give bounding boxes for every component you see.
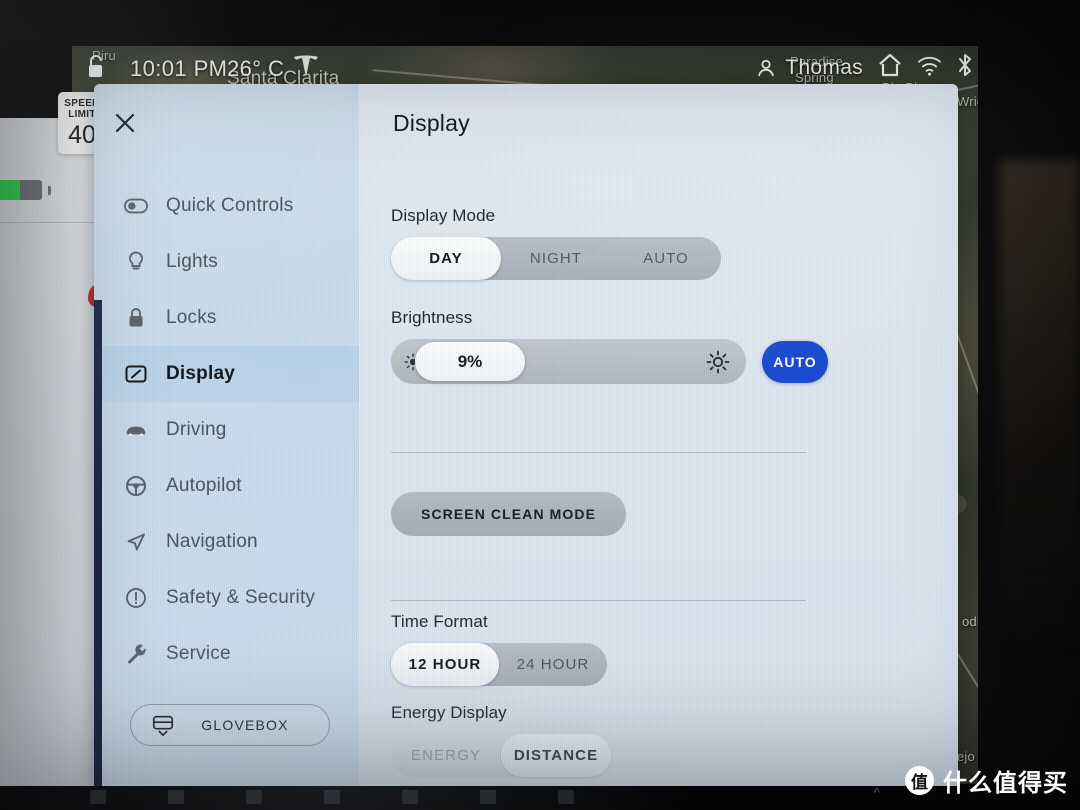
- time-format-segmented-control[interactable]: 12 HOUR 24 HOUR: [391, 643, 607, 686]
- sidebar-item-locks[interactable]: Locks: [94, 290, 359, 346]
- watermark-text: 什么值得买: [943, 769, 1068, 797]
- settings-sidebar: Quick Controls Lights Locks Display Driving A…: [94, 84, 359, 786]
- sidebar-item-autopilot[interactable]: Autopilot: [94, 458, 359, 514]
- wrench-icon: [124, 642, 148, 666]
- glovebox-icon: [149, 712, 177, 738]
- instrument-divider: [0, 222, 106, 223]
- taskbar-icon[interactable]: [324, 790, 340, 804]
- navigation-arrow-icon: [124, 530, 148, 554]
- display-mode-label: Display Mode: [391, 206, 496, 225]
- watermark-logo: 值: [905, 766, 934, 795]
- bulb-icon: [124, 250, 148, 274]
- lock-icon: [124, 306, 148, 330]
- taskbar-icon[interactable]: [168, 790, 184, 804]
- map-label: Spring: [795, 70, 834, 85]
- sidebar-item-driving[interactable]: Driving: [94, 402, 359, 458]
- screenshot-root: PiruSanta ClaritaParadiseSpringBig Pines…: [0, 0, 1080, 810]
- sidebar-item-safety-security[interactable]: Safety & Security: [94, 570, 359, 626]
- battery-fill: [0, 180, 20, 200]
- display-mode-segmented-control[interactable]: DAY NIGHT AUTO: [391, 237, 721, 280]
- close-button[interactable]: [104, 102, 146, 144]
- sidebar-item-service[interactable]: Service: [94, 626, 359, 682]
- sidebar-item-quick-controls[interactable]: Quick Controls: [94, 178, 359, 234]
- map-label: Piru: [92, 48, 116, 63]
- speed-limit-value: 40: [68, 121, 96, 149]
- battery-tip: [47, 185, 51, 195]
- divider-top: [391, 452, 806, 453]
- brightness-row: 9% AUTO: [391, 339, 891, 384]
- sidebar-item-navigation[interactable]: Navigation: [94, 514, 359, 570]
- settings-panel: Quick Controls Lights Locks Display Driving A…: [94, 84, 958, 786]
- segment-option-energy[interactable]: ENERGY: [391, 734, 501, 777]
- brightness-slider[interactable]: 9%: [391, 339, 746, 384]
- steering-wheel-icon: [124, 474, 148, 498]
- sidebar-item-label: Driving: [166, 419, 227, 440]
- segment-option-24-hour[interactable]: 24 HOUR: [499, 643, 607, 686]
- sidebar-item-label: Locks: [166, 307, 217, 328]
- settings-content: Display Display Mode DAY NIGHT AUTO Bright…: [359, 84, 958, 786]
- segment-option-night[interactable]: NIGHT: [501, 237, 611, 280]
- toggle-icon: [124, 194, 148, 218]
- time-format-section: Time Format 12 HOUR 24 HOUR: [391, 612, 891, 686]
- sidebar-nav-list: Quick Controls Lights Locks Display Driving A…: [94, 178, 359, 682]
- time-format-label: Time Format: [391, 612, 488, 631]
- energy-display-label: Energy Display: [391, 703, 507, 722]
- map-label: ejo: [957, 749, 975, 764]
- map-label: Paradise: [790, 54, 843, 69]
- energy-display-segmented-control[interactable]: ENERGY DISTANCE: [391, 734, 611, 777]
- speed-limit-label-line2: LIMIT: [68, 109, 96, 120]
- brightness-section: Brightness 9% AUTO: [391, 308, 891, 384]
- sidebar-item-label: Navigation: [166, 531, 258, 552]
- segment-option-day[interactable]: DAY: [391, 237, 501, 280]
- close-icon: [115, 113, 135, 133]
- sun-large-icon: [706, 350, 730, 374]
- car-icon: [124, 418, 148, 442]
- sidebar-item-label: Autopilot: [166, 475, 242, 496]
- instrument-card: mi: [0, 118, 106, 786]
- glovebox-button[interactable]: GLOVEBOX: [130, 704, 330, 746]
- segment-option-distance[interactable]: DISTANCE: [501, 734, 611, 777]
- battery-indicator: [0, 180, 42, 200]
- device-bezel-top: [0, 0, 1080, 46]
- taskbar-icon[interactable]: [246, 790, 262, 804]
- display-mode-section: Display Mode DAY NIGHT AUTO: [391, 206, 891, 280]
- range-row: mi: [0, 175, 106, 205]
- taskbar-icon[interactable]: [402, 790, 418, 804]
- alert-circle-icon: [124, 586, 148, 610]
- segment-option-12-hour[interactable]: 12 HOUR: [391, 643, 499, 686]
- screen-clean-mode-button[interactable]: SCREEN CLEAN MODE: [391, 492, 627, 536]
- brightness-label: Brightness: [391, 308, 473, 327]
- taskbar-icon[interactable]: [480, 790, 496, 804]
- sidebar-item-label: Display: [166, 363, 235, 384]
- sidebar-item-label: Quick Controls: [166, 195, 294, 216]
- segment-option-auto[interactable]: AUTO: [611, 237, 721, 280]
- sidebar-item-label: Lights: [166, 251, 218, 272]
- sidebar-item-display[interactable]: Display: [94, 346, 359, 402]
- sidebar-item-lights[interactable]: Lights: [94, 234, 359, 290]
- energy-display-section: Energy Display ENERGY DISTANCE: [391, 703, 891, 777]
- watermark: 值 什么值得买: [905, 763, 1068, 798]
- divider-bottom: [391, 600, 806, 601]
- taskbar-icon[interactable]: [90, 790, 106, 804]
- glovebox-label: GLOVEBOX: [201, 717, 289, 733]
- panel-left-edge-accent: [94, 300, 102, 786]
- brightness-thumb[interactable]: 9%: [415, 342, 525, 381]
- sidebar-item-label: Service: [166, 643, 231, 664]
- bezel-reflection: [1000, 160, 1080, 660]
- display-icon: [124, 362, 148, 386]
- brightness-auto-button[interactable]: AUTO: [762, 340, 828, 383]
- page-title: Display: [393, 110, 470, 136]
- taskbar-icon[interactable]: [558, 790, 574, 804]
- sidebar-item-label: Safety & Security: [166, 587, 316, 608]
